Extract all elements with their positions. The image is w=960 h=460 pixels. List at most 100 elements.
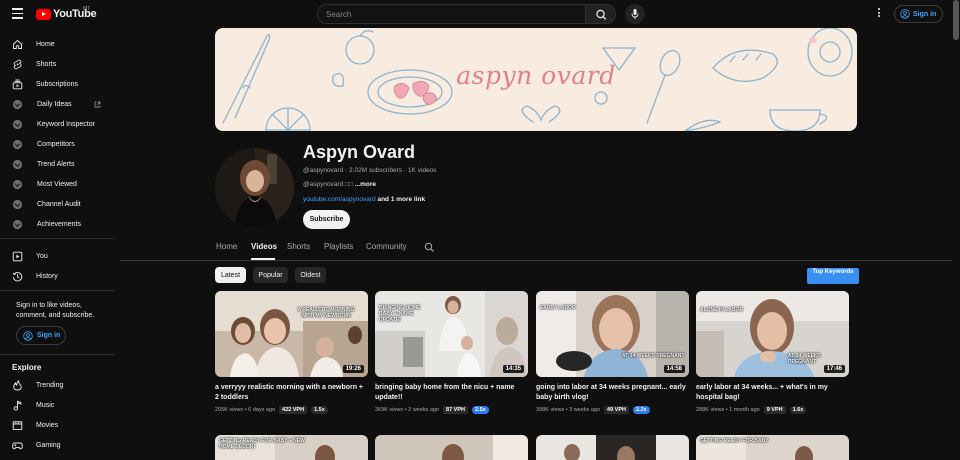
search-input[interactable]: [317, 4, 586, 24]
channel-meta: @aspynovard · 2.02M subscribers · 1K vid…: [303, 167, 437, 174]
channel-name: Aspyn Ovard: [303, 142, 416, 162]
subscribe-button[interactable]: Subscribe: [303, 210, 350, 229]
vidiq-icon: [12, 99, 23, 110]
sidebar-sign-in-button[interactable]: Sign in: [16, 326, 66, 345]
video-title[interactable]: a verryyy realistic morning with a newbo…: [215, 383, 368, 403]
tab-community[interactable]: Community: [366, 242, 406, 251]
chip-popular[interactable]: Popular: [253, 267, 288, 283]
settings-more-icon[interactable]: [876, 8, 882, 20]
chip-oldest[interactable]: Oldest: [295, 267, 326, 283]
sidebar-item-label: Keyword Inspector: [37, 120, 95, 128]
banner-title: aspyn ovard: [456, 61, 616, 90]
multiplier-badge: 2.2x: [632, 406, 650, 414]
channel-search-icon[interactable]: [424, 242, 435, 253]
sidebar-item-shorts[interactable]: Shorts: [0, 54, 115, 74]
account-icon: [900, 9, 910, 19]
upload-age: 3 weeks ago: [569, 407, 601, 413]
multiplier-badge: 2.5x: [471, 406, 489, 414]
video-thumbnail[interactable]: A REALISTIC MORNING WITH MY NEWBORN 19:2…: [215, 291, 368, 377]
sidebar: Home Shorts Subscriptions Daily Ideas Ke…: [0, 32, 115, 460]
channel-description-text: @aspynovard □□: [303, 181, 353, 188]
more-links-button[interactable]: and 1 more link: [377, 196, 425, 203]
sidebar-item-label: History: [36, 272, 58, 280]
vidiq-icon: [12, 219, 23, 230]
sidebar-item-keyword-inspector[interactable]: Keyword Inspector: [0, 114, 115, 134]
music-icon: [12, 400, 23, 411]
sidebar-item-home[interactable]: Home: [0, 34, 115, 54]
sidebar-item-label: You: [36, 252, 48, 260]
channel-handle: @aspynovard: [303, 167, 344, 174]
sidebar-item-label: Trending: [36, 381, 64, 389]
sidebar-item-subscriptions[interactable]: Subscriptions: [0, 74, 115, 94]
video-title[interactable]: going into labor at 34 weeks pregnant...…: [536, 383, 689, 403]
channel-description[interactable]: @aspynovard □□ ...more: [303, 181, 376, 188]
menu-icon[interactable]: [12, 8, 23, 19]
sidebar-item-label: Subscriptions: [36, 80, 79, 88]
video-thumbnail[interactable]: BRINGING HOME BABY + NAME UPDATE! 14:35: [375, 291, 528, 377]
video-thumbnail[interactable]: [536, 435, 689, 460]
view-count: 398K views: [536, 407, 565, 413]
view-count: 369K views: [375, 407, 404, 413]
sidebar-item-daily-ideas[interactable]: Daily Ideas: [0, 94, 115, 114]
upload-age: 6 days ago: [248, 407, 276, 413]
sidebar-item-music[interactable]: Music: [0, 395, 115, 415]
sidebar-item-channel-audit[interactable]: Channel Audit: [0, 194, 115, 214]
tab-shorts[interactable]: Shorts: [287, 242, 310, 251]
sidebar-item-competitors[interactable]: Competitors: [0, 134, 115, 154]
video-meta: 398K views • 3 weeks ago 49 VPH 2.2x: [536, 406, 689, 414]
channel-link-url[interactable]: youtube.com/aspynovard: [303, 196, 376, 203]
sidebar-item-label: Music: [36, 401, 55, 409]
voice-search-button[interactable]: [625, 4, 645, 24]
tab-home[interactable]: Home: [216, 242, 237, 251]
sidebar-item-trend-alerts[interactable]: Trend Alerts: [0, 154, 115, 174]
search-button[interactable]: [585, 4, 616, 24]
video-title[interactable]: bringing baby home from the nicu + name …: [375, 383, 528, 403]
sign-in-button[interactable]: Sign in: [894, 5, 943, 23]
upload-age: 1 month ago: [729, 407, 760, 413]
movies-icon: [12, 420, 23, 431]
video-thumbnail[interactable]: ALONE IN LABOR AT 34 WEEKS PREGNANT 17:4…: [696, 291, 849, 377]
thumbnail-overlay-text: GETTING READY FOR BABY + NEW HOME DECOR!: [219, 438, 305, 450]
sidebar-item-label: Shorts: [36, 60, 57, 68]
video-thumbnail[interactable]: [375, 435, 528, 460]
thumbnail-overlay-text: GETTING READY FOR BABY: [700, 438, 769, 444]
tab-videos[interactable]: Videos: [251, 242, 277, 251]
vph-badge: 9 VPH: [763, 406, 786, 414]
video-thumbnail[interactable]: GETTING READY FOR BABY: [696, 435, 849, 460]
video-thumbnail[interactable]: GETTING READY FOR BABY + NEW HOME DECOR!: [215, 435, 368, 460]
top-keywords-button[interactable]: Top Keywords: [807, 268, 859, 284]
account-icon: [23, 330, 33, 341]
video-meta: 288K views • 1 month ago 9 VPH 1.6x: [696, 406, 849, 414]
channel-links: youtube.com/aspynovard and 1 more link: [303, 196, 425, 203]
sidebar-item-label: Home: [36, 40, 55, 48]
scrollbar-thumb[interactable]: [953, 0, 959, 40]
video-thumbnail[interactable]: EARLY LABOR AT 34 WEEKS PREGNANT 14:58: [536, 291, 689, 377]
sidebar-item-most-viewed[interactable]: Most Viewed: [0, 174, 115, 194]
channel-avatar: [215, 148, 294, 227]
subscriptions-icon: [12, 79, 23, 90]
multiplier-badge: 1.5x: [311, 406, 328, 414]
sidebar-item-trending[interactable]: Trending: [0, 375, 115, 395]
sidebar-item-history[interactable]: History: [0, 266, 115, 286]
top-bar: YouTube MT Sign in: [0, 0, 960, 28]
thumbnail-overlay-text: A REALISTIC MORNING WITH MY NEWBORN: [297, 307, 355, 319]
sidebar-item-achievements[interactable]: Achievements: [0, 214, 115, 234]
tab-playlists[interactable]: Playlists: [324, 242, 353, 251]
sidebar-item-you[interactable]: You: [0, 246, 115, 266]
sidebar-item-label: Daily Ideas: [37, 100, 72, 108]
video-meta: 369K views • 2 weeks ago 87 VPH 2.5x: [375, 406, 528, 414]
video-title[interactable]: early labor at 34 weeks... + what's in m…: [696, 383, 849, 403]
vidiq-icon: [12, 159, 23, 170]
video-duration: 19:26: [342, 365, 364, 373]
subscriber-count: 2.02M subscribers: [348, 167, 403, 174]
sidebar-item-label: Competitors: [37, 140, 75, 148]
microphone-icon: [631, 9, 639, 19]
description-more-link[interactable]: ...more: [355, 181, 376, 188]
page-scrollbar[interactable]: [952, 0, 960, 460]
sidebar-item-gaming[interactable]: Gaming: [0, 435, 115, 455]
sidebar-item-movies[interactable]: Movies: [0, 415, 115, 435]
vidiq-icon: [12, 199, 23, 210]
history-icon: [12, 271, 23, 282]
chip-latest[interactable]: Latest: [215, 267, 246, 283]
sidebar-divider: [0, 290, 114, 291]
